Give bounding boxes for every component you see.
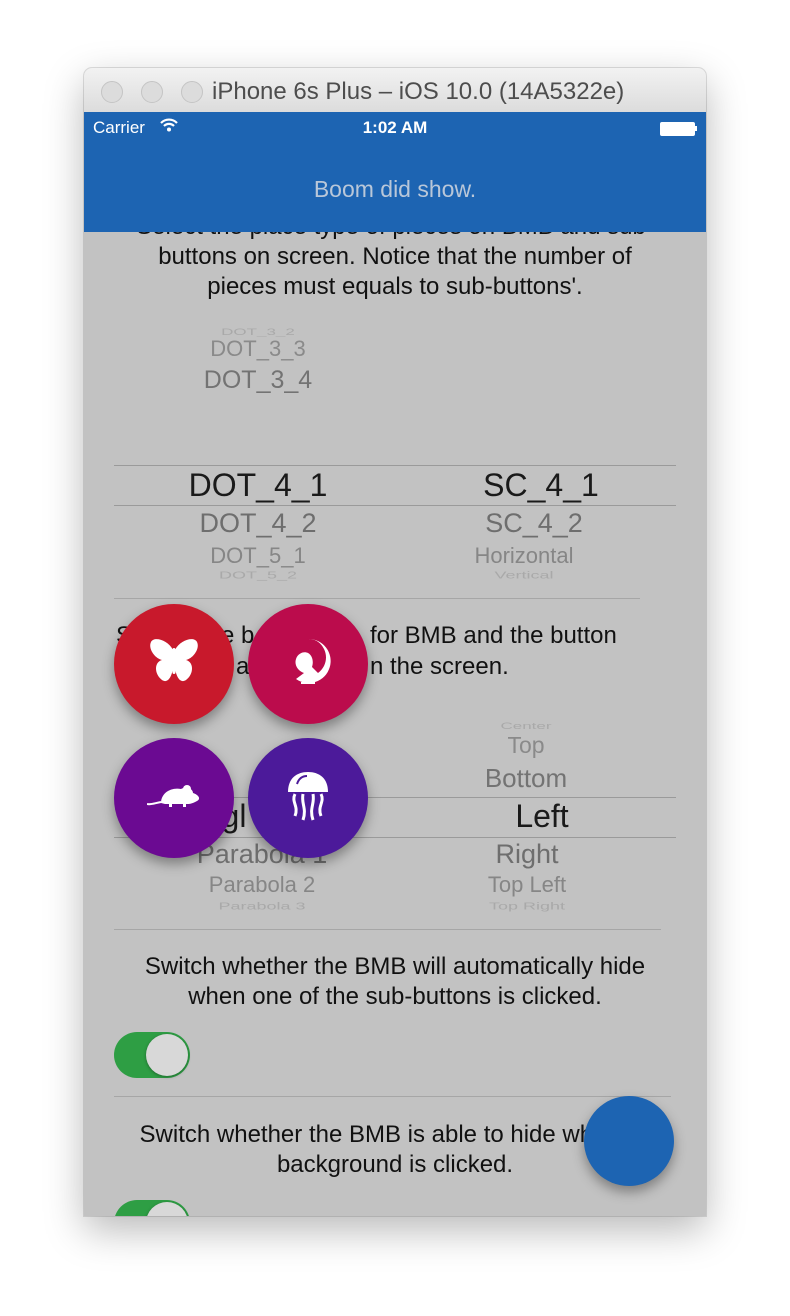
picker-row[interactable]: Top Right [437,901,617,913]
description-line: buttons on screen. Notice that the numbe… [158,243,632,270]
description-fragment: n the screen. [370,653,509,680]
picker-row[interactable]: Parabola 3 [172,901,352,913]
section-divider [114,598,640,599]
boom-menu-button[interactable] [584,1096,674,1186]
boom-button-butterfly[interactable] [114,604,234,724]
picker-row[interactable]: Vertical [434,570,614,582]
minimize-window-button[interactable] [141,81,163,103]
status-bar: Carrier 1:02 AM [84,112,706,144]
boom-button-peacock[interactable] [248,604,368,724]
scroll-content[interactable]: Select the place type of pieces on BMB a… [84,232,706,1216]
picker-row[interactable]: DOT_5_2 [168,570,348,582]
picker-row[interactable]: DOT_3_3 [168,336,348,362]
picker-row[interactable]: DOT_5_1 [168,543,348,569]
toggle-knob [146,1034,188,1076]
clock-label: 1:02 AM [362,118,428,137]
picker-row[interactable]: DOT_3_4 [168,366,348,395]
zoom-window-button[interactable] [181,81,203,103]
picker-selection-line [114,505,676,506]
picker-row[interactable]: DOT_4_2 [168,508,348,539]
picker-row[interactable]: Top [436,732,616,759]
navigation-bar: Boom did show. [84,144,706,232]
picker-selected-row[interactable]: SC_4_1 [451,467,631,504]
picker-selected-row[interactable]: Left [452,798,632,835]
window-title: iPhone 6s Plus – iOS 10.0 (14A5322e) [212,78,625,105]
mouse-icon [146,783,201,813]
jellyfish-icon [285,770,331,826]
picker-selected-row[interactable]: DOT_4_1 [158,467,358,504]
close-window-button[interactable] [101,81,123,103]
picker-selection-line [114,465,676,466]
auto-hide-description: Switch whether the BMB will automaticall… [104,952,686,1012]
background-hide-toggle[interactable] [114,1200,190,1216]
picker-row[interactable]: Parabola 2 [172,872,352,898]
description-line: pieces must equals to sub-buttons'. [207,273,583,300]
nav-title: Boom did show. [313,176,477,202]
picker-row[interactable]: Right [437,839,617,870]
picker-row[interactable]: Bottom [436,763,616,794]
description-line: Switch whether the BMB will automaticall… [144,953,646,980]
battery-icon [660,122,695,136]
battery-tip-icon [695,126,697,131]
peacock-icon [284,637,332,691]
boom-button-jellyfish[interactable] [248,738,368,858]
picker-row[interactable]: SC_4_2 [444,508,624,539]
section-divider [114,929,661,930]
description-line: when one of the sub-buttons is clicked. [188,983,602,1010]
section-divider [114,1096,671,1097]
picker-row[interactable]: Center [436,721,616,732]
description-line: Select the place type of pieces on BMB a… [104,232,686,242]
piece-type-description: Select the place type of pieces on BMB a… [104,232,686,302]
auto-hide-toggle[interactable] [114,1032,190,1078]
toggle-knob [146,1202,188,1216]
butterfly-icon [148,638,200,690]
description-fragment: for BMB and the button [370,622,617,649]
boom-button-mouse[interactable] [114,738,234,858]
window-titlebar: iPhone 6s Plus – iOS 10.0 (14A5322e) [84,68,706,113]
picker-row[interactable]: Horizontal [434,543,614,569]
picker-row[interactable]: Top Left [437,872,617,898]
simulator-window: iPhone 6s Plus – iOS 10.0 (14A5322e) Car… [84,68,706,1216]
